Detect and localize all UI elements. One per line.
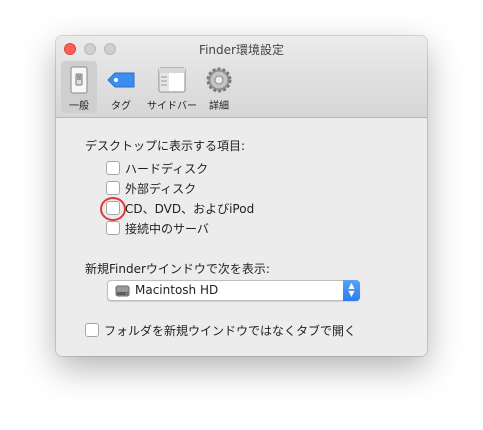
window-title: Finder環境設定 xyxy=(199,43,284,57)
tab-advanced[interactable]: 詳細 xyxy=(201,61,237,113)
checkbox-label: 接続中のサーバ xyxy=(125,222,209,236)
highlight-circle-annotation xyxy=(100,197,126,221)
checkbox[interactable] xyxy=(106,221,120,235)
gear-icon xyxy=(206,67,232,93)
tab-advanced-label: 詳細 xyxy=(209,101,229,112)
tag-icon xyxy=(107,72,135,88)
popup-arrows-icon[interactable]: ▲ ▼ xyxy=(343,280,360,301)
tab-general[interactable]: 一般 xyxy=(61,61,97,113)
new-window-target-popup[interactable]: Macintosh HD ▲ ▼ xyxy=(107,280,360,301)
checkbox[interactable] xyxy=(85,323,99,337)
hard-disk-icon xyxy=(115,285,130,297)
sidebar-icon xyxy=(158,67,186,93)
checkbox-label: 外部ディスク xyxy=(125,182,197,196)
general-switch-icon xyxy=(70,66,88,94)
tab-general-label: 一般 xyxy=(69,101,89,112)
tab-sidebar[interactable]: サイドバー xyxy=(143,61,201,113)
checkbox-label: ハードディスク xyxy=(125,162,209,176)
general-pane: デスクトップに表示する項目: ハードディスク 外部ディスク CD、DVD、および… xyxy=(56,119,427,356)
checkbox-label: CD、DVD、およびiPod xyxy=(125,202,255,216)
checkbox[interactable] xyxy=(106,161,120,175)
tab-sidebar-label: サイドバー xyxy=(147,101,197,112)
tab-tags-label: タグ xyxy=(111,101,131,112)
desktop-items-heading: デスクトップに表示する項目: xyxy=(85,139,246,153)
title-bar: Finder環境設定 一般 タグ サイドバー 詳細 xyxy=(56,36,427,118)
tab-tags[interactable]: タグ xyxy=(101,61,141,113)
popup-selected-value: Macintosh HD xyxy=(135,283,219,297)
new-window-heading: 新規Finderウインドウで次を表示: xyxy=(85,262,270,276)
finder-preferences-window: Finder環境設定 一般 タグ サイドバー 詳細 デスクトップに表示する項目:… xyxy=(56,36,427,356)
checkbox-label: フォルダを新規ウインドウではなくタブで開く xyxy=(104,324,357,338)
checkbox[interactable] xyxy=(106,181,120,195)
